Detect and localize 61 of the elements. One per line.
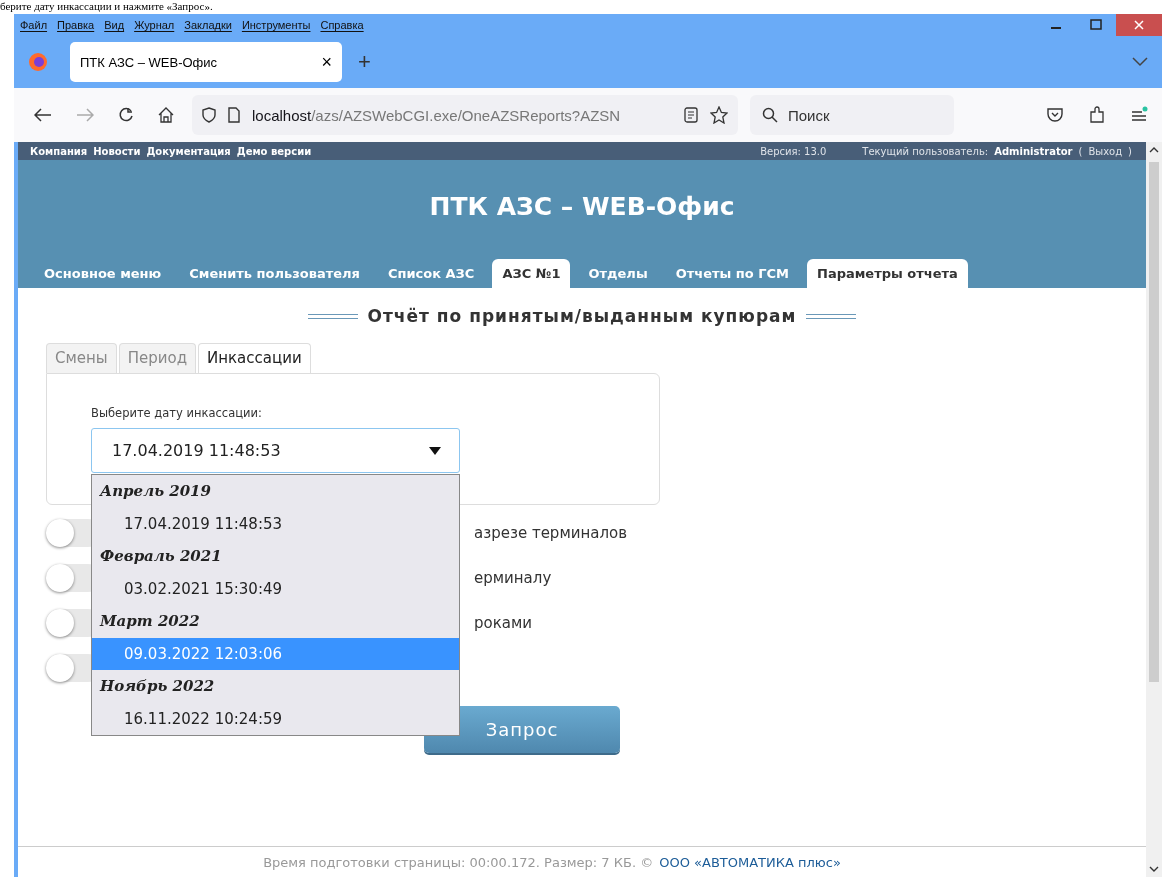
option-group-label: Февраль 2021 bbox=[99, 546, 223, 567]
top-link[interactable]: Документация bbox=[146, 145, 231, 157]
title-rule bbox=[806, 313, 857, 319]
reader-view-icon[interactable] bbox=[684, 107, 698, 123]
option-group-label: Март 2022 bbox=[98, 611, 201, 632]
menu-item[interactable]: Вид bbox=[104, 19, 125, 31]
option-group-label: Апрель 2019 bbox=[98, 481, 212, 502]
top-link[interactable]: Новости bbox=[93, 145, 141, 157]
new-tab-button[interactable]: + bbox=[358, 49, 371, 75]
toggle-label: ерминалу bbox=[474, 569, 552, 587]
dropdown-option[interactable]: 03.02.2021 15:30:49 bbox=[92, 573, 459, 605]
paren-text: ) bbox=[1128, 145, 1132, 157]
menu-icon[interactable] bbox=[1130, 106, 1148, 124]
company-link[interactable]: ООО «АВТОМАТИКА плюс» bbox=[659, 854, 841, 870]
menu-item[interactable]: Журнал bbox=[134, 19, 175, 31]
caret-icon bbox=[429, 446, 441, 455]
logout-link[interactable]: Выход bbox=[1088, 145, 1123, 157]
extensions-icon[interactable] bbox=[1088, 106, 1106, 124]
scrollbar[interactable] bbox=[1146, 142, 1162, 877]
paren-text: ( bbox=[1078, 145, 1083, 157]
back-icon[interactable] bbox=[34, 108, 52, 122]
browser-logo-icon[interactable] bbox=[28, 52, 48, 72]
top-link[interactable]: Компания bbox=[30, 145, 88, 157]
toggle-label: азрезе терминалов bbox=[474, 524, 628, 542]
nav-tab[interactable]: АЗС №1 bbox=[492, 259, 571, 288]
option-group-label: Ноябрь 2022 bbox=[98, 676, 216, 697]
url-text: localhost/azs/AZSWebCGI.exe/OneAZSReports?AZSN bbox=[252, 106, 622, 124]
reload-icon[interactable] bbox=[118, 107, 134, 123]
toggle-label: роками bbox=[474, 614, 532, 632]
menu-item[interactable]: Справка bbox=[320, 19, 364, 31]
menu-item[interactable]: Закладки bbox=[184, 19, 232, 31]
browser-tab[interactable]: ПТК АЗС – WEB-Офис × bbox=[70, 42, 342, 82]
address-bar[interactable]: localhost/azs/AZSWebCGI.exe/OneAZSReports?AZSN bbox=[192, 95, 738, 135]
menu-item[interactable]: Инструменты bbox=[241, 19, 311, 31]
home-icon[interactable] bbox=[158, 107, 174, 123]
menu-item[interactable]: Правка bbox=[57, 19, 95, 31]
pocket-icon[interactable] bbox=[1046, 107, 1064, 123]
shield-icon bbox=[202, 107, 216, 123]
title-rule bbox=[307, 313, 358, 319]
report-title: Отчёт по принятым/выданным купюрам bbox=[367, 306, 797, 326]
top-link[interactable]: Демо версии bbox=[236, 145, 312, 157]
scroll-down-icon bbox=[1149, 865, 1159, 873]
footer-text: Время подготовки страницы: 00:00.172. Размер: 7 КБ. © bbox=[263, 854, 654, 870]
report-tab[interactable]: Инкассации bbox=[198, 343, 311, 374]
star-icon[interactable] bbox=[710, 106, 728, 124]
scroll-up-icon bbox=[1149, 146, 1159, 154]
menu-item[interactable]: Файл bbox=[20, 19, 48, 31]
user-name: Administrator bbox=[994, 145, 1073, 157]
site-title: ПТК АЗС – WEB-Офис bbox=[428, 192, 736, 221]
page-icon bbox=[228, 107, 240, 123]
nav-tab[interactable]: Параметры отчета bbox=[807, 259, 968, 288]
date-select[interactable]: 17.04.2019 11:48:53 bbox=[91, 428, 460, 473]
document-text: берите дату инкассации и нажмите «Запрос». bbox=[0, 0, 214, 14]
user-label: Текущий пользователь: bbox=[862, 145, 989, 157]
search-field[interactable]: Поиск bbox=[750, 95, 954, 135]
close-icon[interactable] bbox=[1116, 14, 1162, 36]
version-text: Версия: 13.0 bbox=[760, 145, 827, 157]
field-label: Выберите дату инкассации: bbox=[91, 406, 263, 420]
dropdown-option[interactable]: 17.04.2019 11:48:53 bbox=[92, 508, 459, 540]
search-icon bbox=[762, 107, 778, 123]
chevron-down-icon[interactable] bbox=[1132, 57, 1148, 67]
